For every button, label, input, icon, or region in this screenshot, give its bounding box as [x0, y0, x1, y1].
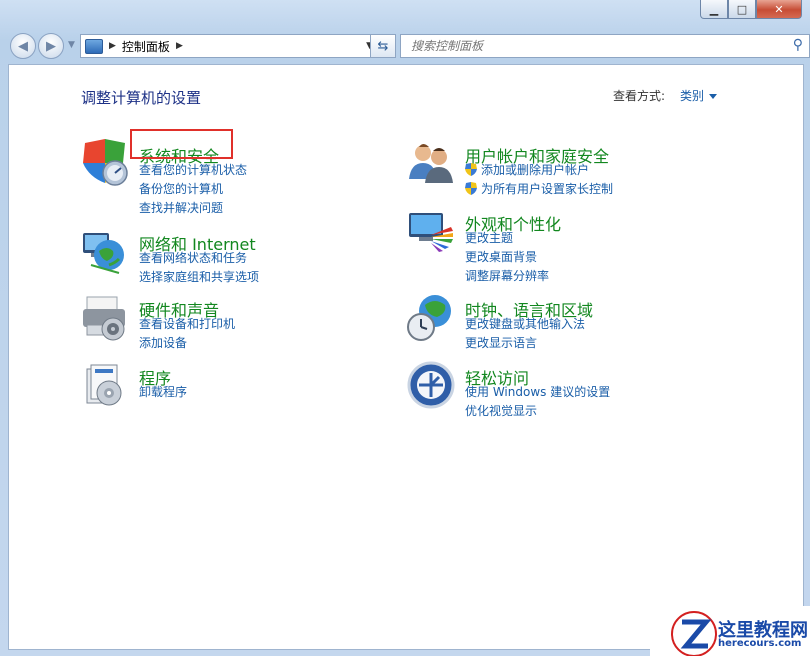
link-change-theme[interactable]: 更改主题: [465, 229, 513, 246]
refresh-button[interactable]: ⇆: [370, 34, 396, 58]
link-optimize-visual[interactable]: 优化视觉显示: [465, 402, 537, 419]
watermark-url: herecours.com: [718, 638, 802, 649]
search-icon[interactable]: ⚲: [793, 37, 803, 53]
hardware-sound-icon[interactable]: [79, 291, 131, 343]
system-security-icon[interactable]: [79, 137, 131, 189]
window-frame: ▁ □ ✕ ◀ ▶ ▼ ▶ 控制面板 ▶ ▼ ⇆ ⚲ 调整计算机的设置 查看方式…: [0, 0, 810, 656]
breadcrumb-control-panel[interactable]: 控制面板: [122, 38, 170, 55]
link-keyboard-input[interactable]: 更改键盘或其他输入法: [465, 315, 585, 332]
category-user-accounts: 用户帐户和家庭安全 添加或删除用户帐户 为所有用户设置家长控制: [405, 137, 735, 197]
view-by-dropdown[interactable]: 类别: [680, 87, 718, 104]
category-ease-of-access: 轻松访问 使用 Windows 建议的设置 优化视觉显示: [405, 359, 735, 419]
link-screen-resolution[interactable]: 调整屏幕分辨率: [465, 267, 549, 284]
recent-pages-dropdown-icon[interactable]: ▼: [68, 40, 75, 50]
window-controls: ▁ □ ✕: [700, 0, 802, 20]
main-content: 调整计算机的设置 查看方式: 类别 系统和安全 查看您的计算机状态 备份您的计算…: [8, 64, 804, 650]
category-programs: 程序 卸载程序: [79, 359, 359, 409]
breadcrumb-chevron-icon[interactable]: ▶: [109, 41, 116, 51]
control-panel-icon: [85, 38, 103, 54]
back-button[interactable]: ◀: [10, 33, 36, 59]
link-add-device[interactable]: 添加设备: [139, 334, 187, 351]
uac-shield-icon: [465, 182, 477, 195]
navigation-bar: ◀ ▶ ▼ ▶ 控制面板 ▶ ▼ ⇆ ⚲: [8, 30, 810, 62]
address-bar[interactable]: ▶ 控制面板 ▶ ▼: [80, 34, 380, 58]
link-add-remove-accounts[interactable]: 添加或删除用户帐户: [465, 161, 589, 178]
link-display-language[interactable]: 更改显示语言: [465, 334, 537, 351]
category-hardware-sound: 硬件和声音 查看设备和打印机 添加设备: [79, 291, 359, 351]
link-devices-printers[interactable]: 查看设备和打印机: [139, 315, 235, 332]
link-homegroup-sharing[interactable]: 选择家庭组和共享选项: [139, 268, 259, 285]
link-desktop-background[interactable]: 更改桌面背景: [465, 248, 537, 265]
close-button[interactable]: ✕: [756, 0, 802, 19]
back-arrow-icon: ◀: [18, 38, 28, 54]
highlight-box: [130, 129, 233, 159]
link-find-fix-problems[interactable]: 查找并解决问题: [139, 199, 223, 216]
clock-language-icon[interactable]: [405, 291, 457, 343]
network-internet-icon[interactable]: [79, 225, 131, 277]
link-parental-controls[interactable]: 为所有用户设置家长控制: [465, 180, 613, 197]
user-accounts-icon[interactable]: [405, 137, 457, 189]
link-label[interactable]: 为所有用户设置家长控制: [481, 182, 613, 196]
view-by-value[interactable]: 类别: [680, 89, 704, 103]
search-box[interactable]: ⚲: [400, 34, 810, 58]
category-clock-language: 时钟、语言和区域 更改键盘或其他输入法 更改显示语言: [405, 291, 735, 351]
link-view-computer-status[interactable]: 查看您的计算机状态: [139, 161, 247, 178]
breadcrumb-chevron-icon[interactable]: ▶: [176, 41, 183, 51]
link-label[interactable]: 添加或删除用户帐户: [481, 163, 589, 177]
link-uninstall-program[interactable]: 卸载程序: [139, 383, 187, 400]
page-title: 调整计算机的设置: [81, 89, 202, 107]
appearance-icon[interactable]: [405, 205, 457, 257]
forward-button[interactable]: ▶: [38, 33, 64, 59]
programs-icon[interactable]: [79, 359, 131, 411]
uac-shield-icon: [465, 163, 477, 176]
link-view-network-status[interactable]: 查看网络状态和任务: [139, 249, 247, 266]
category-appearance: 外观和个性化 更改主题 更改桌面背景 调整屏幕分辨率: [405, 205, 735, 285]
search-input[interactable]: [409, 38, 773, 54]
link-windows-recommended[interactable]: 使用 Windows 建议的设置: [465, 383, 610, 400]
refresh-icon: ⇆: [377, 38, 389, 54]
category-network-internet: 网络和 Internet 查看网络状态和任务 选择家庭组和共享选项: [79, 225, 359, 285]
minimize-button[interactable]: ▁: [700, 0, 728, 19]
link-backup-computer[interactable]: 备份您的计算机: [139, 180, 223, 197]
view-by-label: 查看方式:: [613, 89, 666, 103]
maximize-button[interactable]: □: [728, 0, 756, 19]
chevron-down-icon[interactable]: [709, 94, 718, 99]
ease-of-access-icon[interactable]: [405, 359, 457, 411]
forward-arrow-icon: ▶: [46, 38, 56, 54]
